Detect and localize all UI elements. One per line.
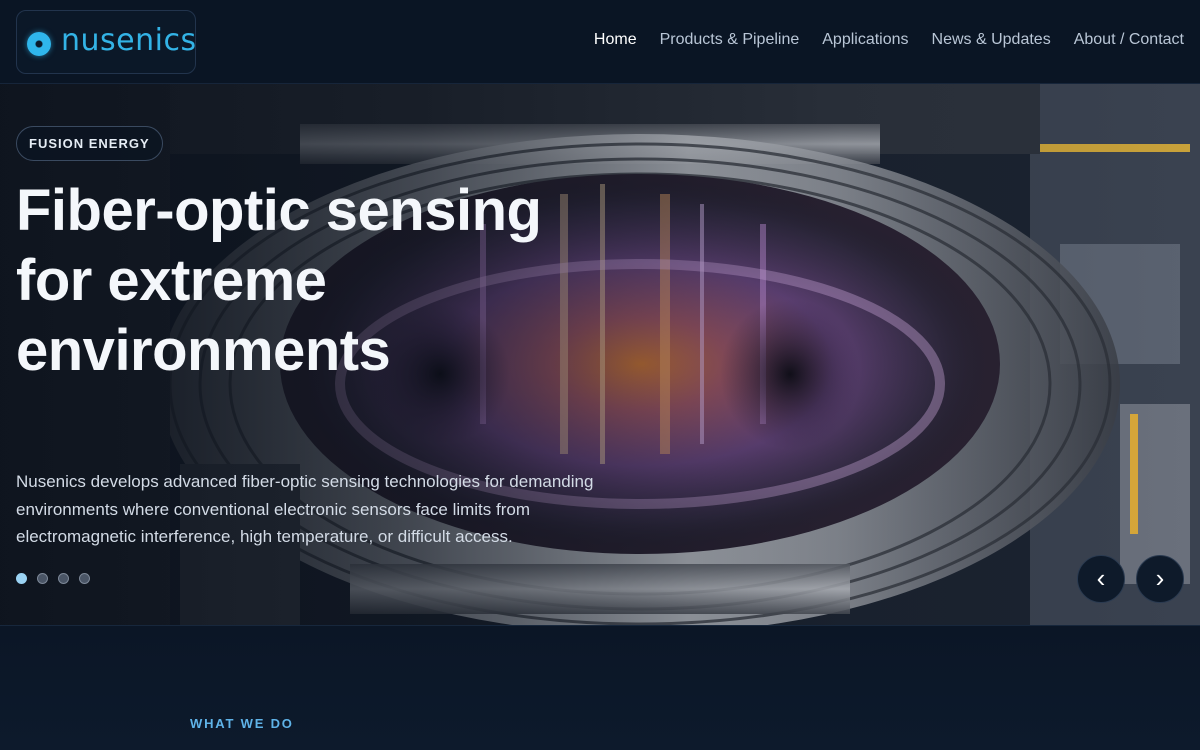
nav-item-products-pipeline[interactable]: Products & Pipeline — [660, 31, 800, 49]
carousel-next-button[interactable]: › — [1136, 555, 1184, 603]
what-we-do-section: WHAT WE DO — [0, 625, 1200, 750]
hero-description: Nusenics develops advanced fiber-optic s… — [16, 472, 594, 546]
chevron-right-icon: › — [1155, 563, 1165, 593]
nav-item-applications[interactable]: Applications — [822, 31, 908, 49]
site-header: nusenics Home Products & Pipeline Applic… — [0, 0, 1200, 84]
carousel-dot-4[interactable] — [79, 573, 90, 584]
category-badge: FUSION ENERGY — [16, 126, 163, 161]
brand-name: nusenics — [61, 23, 197, 58]
carousel-dot-2[interactable] — [37, 573, 48, 584]
main-nav: Home Products & Pipeline Applications Ne… — [594, 31, 1184, 49]
section-eyebrow: WHAT WE DO — [190, 716, 294, 731]
carousel-prev-button[interactable]: ‹ — [1077, 555, 1125, 603]
nav-item-about-contact[interactable]: About / Contact — [1074, 31, 1184, 49]
logo-mark-icon — [27, 32, 51, 56]
carousel-dot-3[interactable] — [58, 573, 69, 584]
brand-logo[interactable]: nusenics — [16, 10, 196, 74]
hero-carousel: FUSION ENERGY Fiber-optic sensing for ex… — [0, 84, 1200, 625]
hero-headline: Fiber-optic sensing for extreme environm… — [16, 178, 542, 383]
nav-item-home[interactable]: Home — [594, 31, 637, 49]
carousel-indicators — [16, 573, 90, 584]
chevron-left-icon: ‹ — [1096, 563, 1106, 593]
nav-item-news-updates[interactable]: News & Updates — [932, 31, 1051, 49]
carousel-dot-1[interactable] — [16, 573, 27, 584]
